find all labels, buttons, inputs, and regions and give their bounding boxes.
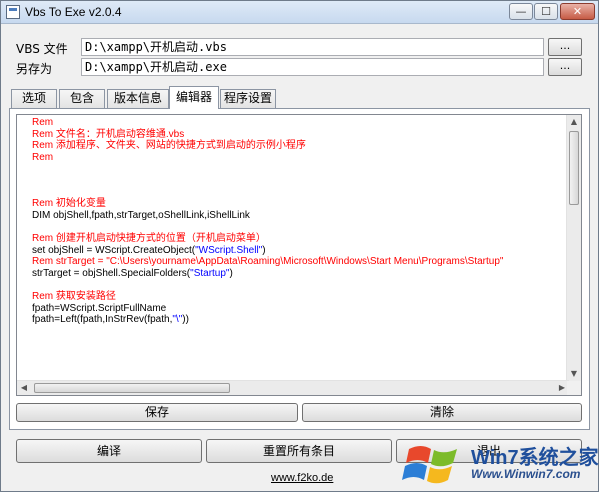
code-token: strTarget = objShell.SpecialFolders( [32, 267, 191, 279]
tab-editor[interactable]: 编辑器 [169, 86, 219, 109]
code-line: fpath=WScript.ScriptFullName [32, 303, 566, 315]
code-token: "\" [172, 314, 183, 326]
code-token: ) [229, 267, 233, 279]
app-icon [6, 5, 20, 19]
close-icon: ✕ [572, 5, 583, 18]
tab-options[interactable]: 选项 [11, 89, 57, 108]
horizontal-scrollbar[interactable]: ◀ ▶ [17, 380, 569, 395]
code-token: Rem 文件名：开机启动容维通.vbs [32, 128, 185, 140]
code-token: DIM objShell,fpath,strTarget,oShellLink,… [32, 209, 250, 221]
code-token: fpath=Left(fpath,InStrRev(fpath, [32, 314, 173, 326]
code-line: Rem 创建开机启动快捷方式的位置（开机启动菜单） [32, 233, 566, 245]
windows-logo-icon [402, 446, 457, 484]
code-line: fpath=Left(fpath,InStrRev(fpath,"\")) [32, 314, 566, 326]
code-line: strTarget = objShell.SpecialFolders("Sta… [32, 268, 566, 280]
code-token: Rem [32, 151, 54, 163]
code-token: Rem [32, 117, 54, 128]
code-token: Rem 创建开机启动快捷方式的位置（开机启动菜单） [32, 232, 266, 244]
maximize-icon: ☐ [541, 5, 551, 18]
code-token: Rem strTarget = "C:\Users\yourname\AppDa… [32, 256, 504, 268]
code-line: Rem 文件名：开机启动容维通.vbs [32, 129, 566, 141]
horizontal-scroll-thumb[interactable] [34, 383, 230, 393]
code-line: Rem strTarget = "C:\Users\yourname\AppDa… [32, 256, 566, 268]
website-link[interactable]: www.f2ko.de [271, 472, 333, 484]
code-token: set objShell = WScript.CreateObject( [32, 244, 196, 256]
minimize-button[interactable]: — [509, 3, 533, 20]
watermark-url: Www.Winwin7.com [471, 467, 581, 481]
scroll-up-icon[interactable]: ▲ [567, 115, 581, 129]
vertical-scroll-thumb[interactable] [569, 131, 579, 205]
save-as-label: 另存为 [16, 62, 53, 76]
code-line: Rem 添加程序、文件夹、网站的快捷方式到启动的示例小程序 [32, 140, 566, 152]
code-token: ) [262, 244, 266, 256]
close-button[interactable]: ✕ [560, 3, 595, 20]
tab-program-settings[interactable]: 程序设置 [220, 89, 276, 108]
watermark-brand: Win7系统之家 [471, 447, 599, 469]
clear-button[interactable]: 清除 [302, 403, 582, 422]
code-line: DIM objShell,fpath,strTarget,oShellLink,… [32, 210, 566, 222]
code-line: Rem 初始化变量 [32, 198, 566, 210]
save-button[interactable]: 保存 [16, 403, 298, 422]
minimize-icon: — [515, 5, 527, 18]
code-token: Rem 初始化变量 [32, 198, 106, 210]
reset-all-button[interactable]: 重置所有条目 [206, 439, 392, 463]
vbs-browse-button[interactable]: ... [548, 38, 582, 56]
vertical-scrollbar[interactable]: ▲ ▼ [566, 115, 581, 381]
compile-button[interactable]: 编译 [16, 439, 202, 463]
maximize-button[interactable]: ☐ [534, 3, 558, 20]
save-as-input[interactable]: D:\xampp\开机启动.exe [81, 58, 544, 76]
code-token: fpath=WScript.ScriptFullName [32, 302, 167, 314]
code-token: )) [182, 314, 189, 326]
scrollbar-corner [567, 381, 581, 395]
tab-version-info[interactable]: 版本信息 [107, 89, 169, 108]
title-bar[interactable]: Vbs To Exe v2.0.4 — ☐ ✕ [1, 1, 598, 24]
scroll-left-icon[interactable]: ◀ [17, 381, 31, 395]
window-title: Vbs To Exe v2.0.4 [25, 5, 122, 19]
code-line: Rem [32, 152, 566, 164]
vbs-file-input[interactable]: D:\xampp\开机启动.vbs [81, 38, 544, 56]
vbs-file-label: VBS 文件 [16, 42, 68, 56]
code-token: "WScript.Shell" [195, 244, 263, 256]
code-line: Rem [32, 117, 566, 129]
code-token: Rem 获取安装路径 [32, 290, 116, 302]
code-line: set objShell = WScript.CreateObject("WSc… [32, 245, 566, 257]
scroll-down-icon[interactable]: ▼ [567, 367, 581, 381]
code-editor[interactable]: Rem Rem 文件名：开机启动容维通.vbs Rem 添加程序、文件夹、网站的快捷… [16, 114, 582, 396]
tab-include[interactable]: 包含 [59, 89, 105, 108]
save-as-browse-button[interactable]: ... [548, 58, 582, 76]
watermark: Win7系统之家 Www.Winwin7.com [401, 439, 599, 489]
code-line: Rem 获取安装路径 [32, 291, 566, 303]
code-token: Rem 添加程序、文件夹、网站的快捷方式到启动的示例小程序 [32, 140, 306, 152]
app-window: Vbs To Exe v2.0.4 — ☐ ✕ VBS 文件 D:\xampp\… [0, 0, 599, 492]
code-token: "Startup" [190, 267, 230, 279]
code-text[interactable]: Rem Rem 文件名：开机启动容维通.vbs Rem 添加程序、文件夹、网站的快捷… [32, 117, 566, 326]
